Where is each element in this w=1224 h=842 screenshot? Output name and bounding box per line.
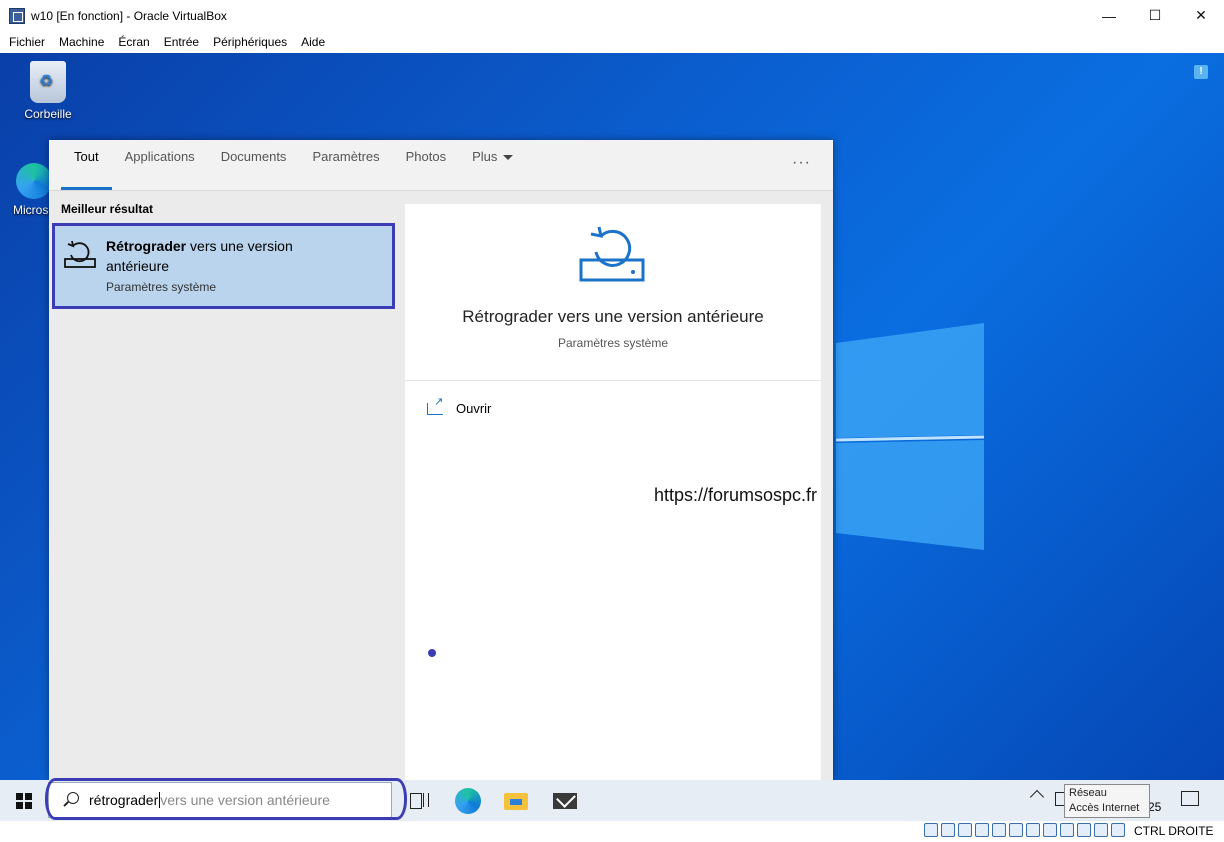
close-button[interactable]: ✕ <box>1178 0 1224 31</box>
menu-machine[interactable]: Machine <box>52 35 111 49</box>
network-adapter-icon[interactable] <box>975 823 989 837</box>
optical-drive-icon[interactable] <box>941 823 955 837</box>
tab-photos[interactable]: Photos <box>393 139 459 190</box>
best-result-subtitle: Paramètres système <box>106 280 217 294</box>
open-action[interactable]: Ouvrir <box>427 395 492 416</box>
window-controls: — ☐ ✕ <box>1086 0 1224 31</box>
keyboard-icon[interactable] <box>1094 823 1108 837</box>
recording-icon[interactable] <box>1043 823 1057 837</box>
search-icon <box>61 790 81 810</box>
divider <box>405 380 821 381</box>
recycle-bin-desktop-icon[interactable]: Corbeille <box>18 61 78 121</box>
host-key-label: CTRL DROITE <box>1134 824 1214 838</box>
search-typed-text: rétrograder <box>89 792 161 808</box>
best-result-item[interactable]: Rétrograder vers une version antérieure … <box>52 223 395 309</box>
tab-label: Photos <box>405 148 447 164</box>
tooltip-status: Accès Internet <box>1069 802 1140 814</box>
annotation-dot <box>428 649 436 657</box>
best-result-heading: Meilleur résultat <box>61 202 154 216</box>
tab-documents[interactable]: Documents <box>208 139 300 190</box>
taskbar: rétrograder vers une version antérieure … <box>0 780 1224 821</box>
hard-disk-icon[interactable] <box>924 823 938 837</box>
best-result-title: Rétrograder vers une version antérieure <box>106 236 356 276</box>
windows-wallpaper-logo <box>836 323 985 550</box>
search-panel: Tout Applications Documents Paramètres P… <box>49 140 833 780</box>
vt-x-icon[interactable] <box>1060 823 1074 837</box>
tab-parametres[interactable]: Paramètres <box>299 139 392 190</box>
network-tooltip: Réseau Accès Internet <box>1064 784 1150 818</box>
start-button[interactable] <box>0 780 48 821</box>
minimize-button[interactable]: — <box>1086 0 1132 31</box>
menu-aide[interactable]: Aide <box>294 35 332 49</box>
tray-chevron-up-icon[interactable] <box>1029 789 1045 805</box>
window-title: w10 [En fonction] - Oracle VirtualBox <box>31 8 227 23</box>
edge-taskbar-icon[interactable] <box>455 788 481 814</box>
tab-label: Applications <box>124 148 195 164</box>
menu-fichier[interactable]: Fichier <box>2 35 52 49</box>
recycle-bin-icon <box>30 61 66 103</box>
search-tabs: Tout Applications Documents Paramètres P… <box>49 140 833 191</box>
tab-plus[interactable]: Plus <box>459 139 526 190</box>
preview-subtitle: Paramètres système <box>557 336 669 350</box>
best-result-title-bold: Rétrograder <box>106 238 187 254</box>
usb-icon[interactable] <box>992 823 1006 837</box>
watermark-text: https://forumsospc.fr <box>654 485 818 505</box>
feedback-icon[interactable]: ! <box>1194 65 1208 79</box>
clock[interactable]: 25 <box>1148 800 1161 814</box>
mail-icon[interactable] <box>553 788 579 814</box>
recovery-icon-large <box>579 226 645 282</box>
vbox-menubar: Fichier Machine Écran Entrée Périphériqu… <box>0 31 1224 53</box>
open-label: Ouvrir <box>456 401 492 416</box>
menu-ecran[interactable]: Écran <box>111 35 156 49</box>
device-status-icons <box>924 823 1125 837</box>
virtualbox-icon <box>9 7 25 24</box>
taskbar-search-input[interactable]: rétrograder vers une version antérieure <box>48 782 392 818</box>
chevron-down-icon <box>503 154 514 160</box>
tab-label: Documents <box>220 148 287 164</box>
tab-applications[interactable]: Applications <box>112 139 208 190</box>
file-explorer-icon[interactable] <box>504 788 530 814</box>
edge-icon <box>16 163 52 199</box>
action-center-icon[interactable] <box>1181 791 1199 806</box>
search-suggestion-text: vers une version antérieure <box>160 792 330 808</box>
vbox-titlebar: w10 [En fonction] - Oracle VirtualBox — … <box>0 0 1224 31</box>
windows-icon <box>16 792 32 809</box>
host-key-arrow-icon[interactable] <box>1111 823 1125 837</box>
tab-label: Paramètres <box>312 148 380 164</box>
open-icon <box>427 395 443 415</box>
recovery-icon <box>64 240 96 268</box>
vbox-statusbar: CTRL DROITE <box>0 821 1224 842</box>
display-icon[interactable] <box>1026 823 1040 837</box>
preview-title: Rétrograder vers une version antérieure <box>462 307 764 326</box>
more-options-icon[interactable]: ··· <box>792 154 811 172</box>
shared-folders-icon[interactable] <box>1009 823 1023 837</box>
tooltip-title: Réseau <box>1069 787 1107 799</box>
task-view-icon[interactable] <box>408 788 434 814</box>
mouse-integration-icon[interactable] <box>1077 823 1091 837</box>
maximize-button[interactable]: ☐ <box>1132 0 1178 31</box>
results-list: Meilleur résultat Rétrograder vers une v… <box>49 192 399 780</box>
recycle-bin-label: Corbeille <box>24 107 72 121</box>
audio-icon[interactable] <box>958 823 972 837</box>
menu-peripheriques[interactable]: Périphériques <box>206 35 294 49</box>
tab-label: Plus <box>472 148 498 164</box>
menu-entree[interactable]: Entrée <box>157 35 206 49</box>
tab-label: Tout <box>74 148 99 164</box>
tab-tout[interactable]: Tout <box>61 139 112 190</box>
